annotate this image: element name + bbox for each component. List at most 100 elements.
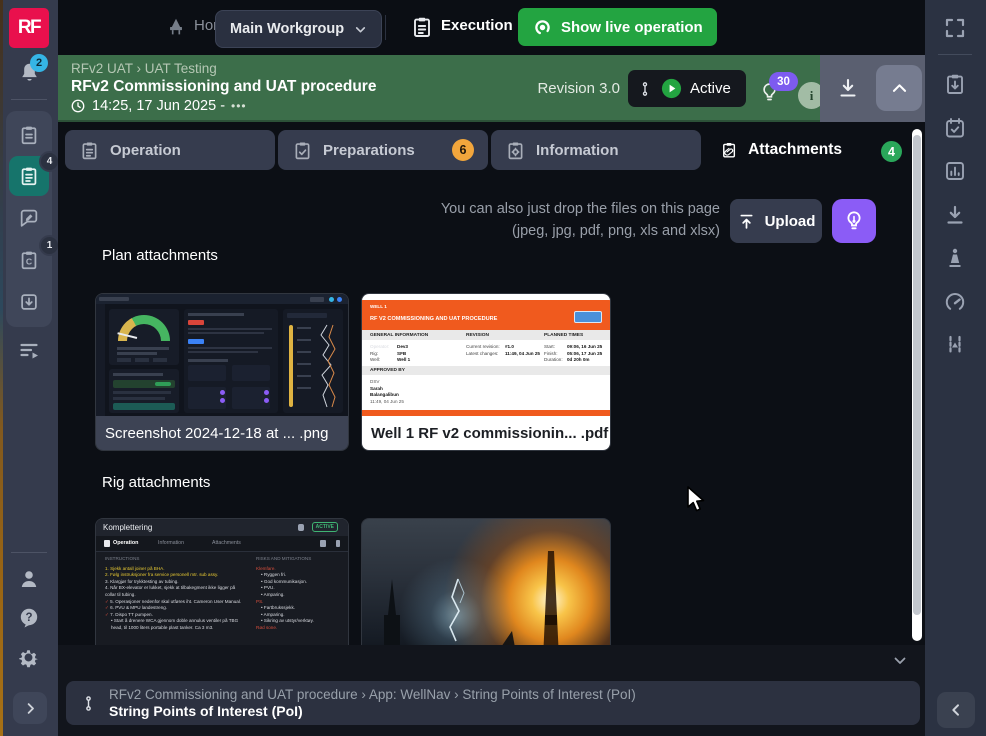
gauge-icon[interactable]: [943, 290, 967, 314]
attachment-card-screenshot[interactable]: Screenshot 2024-12-18 at ... .png: [96, 294, 348, 450]
sidebar-item-inbox[interactable]: [9, 282, 49, 322]
doc-label: Well:: [370, 357, 394, 364]
upload-button[interactable]: Upload: [730, 199, 822, 243]
sidebar-procedure-group: 4 C 1: [6, 111, 52, 327]
drop-hint: You can also just drop the files on this…: [441, 198, 720, 242]
procedure-header: RFv2 UAT › UAT Testing RFv2 Commissionin…: [58, 55, 820, 122]
doc-value: 05:06, 17 Jun 25: [567, 351, 602, 358]
drop-hint-line2: (jpeg, jpg, pdf, png, xls and xlsx): [441, 220, 720, 242]
revision-label: Revision 3.0: [537, 80, 620, 97]
app-root: Horizon56 Rig Main Workgroup Execution S…: [0, 0, 986, 736]
komp-instruction: • Start å drenere WCA gjennom doble annu…: [105, 618, 247, 631]
sidebar-divider-bottom: [11, 552, 47, 553]
download-procedure-icon[interactable]: [836, 76, 860, 100]
help-icon[interactable]: ?: [17, 606, 41, 630]
collapse-header-button[interactable]: [876, 65, 922, 111]
komp-instruction: 2. Følg instruksjoner fra service person…: [105, 572, 247, 579]
execution-icon: [410, 15, 434, 39]
tab-information[interactable]: Information: [491, 130, 701, 170]
expand-sidebar-button[interactable]: [13, 692, 47, 724]
pdf-doc-title: RF V2 COMMISSIONING AND UAT PROCEDURE: [370, 316, 497, 322]
fullscreen-icon[interactable]: [943, 16, 967, 40]
attachment-card-pdf[interactable]: WELL 1 RF V2 COMMISSIONING AND UAT PROCE…: [362, 294, 610, 450]
tab-attachments[interactable]: Attachments: [706, 130, 856, 170]
breadcrumb[interactable]: RFv2 UAT › UAT Testing: [71, 61, 217, 76]
doc-value: 0d 20h 0m: [567, 357, 589, 364]
komp-instruction: 5. Operasjoner nedenfor skal utføres iht…: [110, 599, 241, 604]
tubular-running-icon[interactable]: [943, 333, 967, 357]
handover-badge: 1: [39, 235, 60, 256]
doc-value: 11:49, 04 Jun 25: [505, 351, 540, 358]
sidebar-divider: [11, 99, 47, 100]
screenshot-thumbnail: [96, 294, 348, 416]
derrick-tool-icon[interactable]: [943, 246, 967, 270]
pdf-header-button: [574, 311, 602, 323]
doc-value: SFB: [397, 351, 406, 358]
topbar-divider: [385, 15, 386, 40]
user-icon[interactable]: [17, 567, 41, 591]
komp-title: Komplettering: [103, 523, 152, 532]
activity-title: String Points of Interest (PoI): [109, 703, 636, 720]
komp-instruction: 7. Dispo TT pumpen.: [110, 612, 153, 617]
attachment-card-rig-photo[interactable]: [362, 519, 610, 645]
route-connector-icon: [80, 695, 97, 712]
komp-risk: • Sikring av utstyr/verktøy.: [256, 618, 340, 625]
operation-tab-icon: [79, 140, 100, 161]
bottom-panel: RFv2 Commissioning and UAT procedure › A…: [58, 645, 925, 736]
rig-photo-thumbnail: [362, 519, 610, 645]
attachments-badge: 4: [881, 141, 902, 162]
play-circle-icon: [660, 77, 683, 100]
komp-tab2: Information: [158, 540, 184, 546]
activity-list-icon[interactable]: [17, 338, 41, 362]
komp-instruction: 4. Når BX-elevator er lukket, sjekk at t…: [105, 585, 247, 598]
pdf-col1: GENERAL INFORMATION: [370, 333, 466, 338]
calendar-check-icon[interactable]: [943, 116, 967, 140]
doc-value: Well 1: [397, 357, 410, 364]
left-edge-strip: [0, 0, 3, 736]
attachments-tab-icon: [720, 139, 738, 161]
header-actions: [820, 55, 925, 122]
check-icon: ✓: [105, 605, 109, 610]
check-icon: ✓: [105, 612, 109, 617]
attachment-card-komplettering[interactable]: Komplettering ACTIVE Operation Informati…: [96, 519, 348, 645]
preparations-tab-icon: [292, 140, 313, 161]
doc-label: Operator:: [370, 344, 394, 351]
settings-gear-icon[interactable]: [16, 645, 41, 670]
live-button-label: Show live operation: [561, 19, 703, 36]
download-icon[interactable]: [943, 203, 967, 227]
tips-bulb-button[interactable]: [832, 199, 876, 243]
current-activity-bar[interactable]: RFv2 Commissioning and UAT procedure › A…: [66, 681, 920, 725]
komp-tab3: Attachments: [212, 540, 241, 546]
sidebar-item-comments[interactable]: [9, 198, 49, 238]
komp-risk: • Amparing.: [256, 592, 340, 599]
tab-attachments-label: Attachments: [748, 141, 842, 159]
clipboard-download-icon[interactable]: [943, 72, 967, 96]
check-icon: ✓: [105, 599, 109, 604]
show-live-operation-button[interactable]: Show live operation: [518, 8, 717, 46]
sidebar-item-plans[interactable]: [9, 115, 49, 155]
attachment-filename: Well 1 RF v2 commissionin... .pdf: [362, 416, 610, 450]
more-dots[interactable]: •••: [231, 99, 247, 113]
doc-label: Rig:: [370, 351, 394, 358]
tab-operation-label: Operation: [110, 142, 181, 159]
ideas-badge: 30: [769, 72, 798, 91]
right-sidebar-divider: [938, 54, 972, 55]
app-logo[interactable]: RF: [9, 8, 49, 48]
workgroup-dropdown[interactable]: Main Workgroup: [215, 10, 382, 48]
procedures-badge: 4: [39, 151, 60, 172]
left-sidebar: RF 2 4 C 1: [0, 0, 58, 736]
bar-chart-icon[interactable]: [943, 159, 967, 183]
attachments-panel: Operation Preparations 6 Information Att…: [58, 122, 925, 645]
komp-instruction: 1. Sjekk antall joiner på BHA.: [105, 566, 247, 573]
active-status-button[interactable]: Active: [628, 70, 746, 107]
tab-operation[interactable]: Operation: [65, 130, 275, 170]
collapse-right-sidebar-button[interactable]: [937, 692, 975, 728]
scrollbar-thumb[interactable]: [913, 135, 921, 615]
collapse-bottom-chevron-icon[interactable]: [891, 651, 909, 669]
tab-preparations[interactable]: Preparations 6: [278, 130, 488, 170]
content-scrollbar[interactable]: [912, 129, 922, 641]
rig-attachments-title: Rig attachments: [102, 474, 210, 491]
live-icon: [532, 17, 553, 38]
plan-attachments-title: Plan attachments: [102, 247, 218, 264]
pdf-approved-title: APPROVED BY: [370, 368, 405, 373]
